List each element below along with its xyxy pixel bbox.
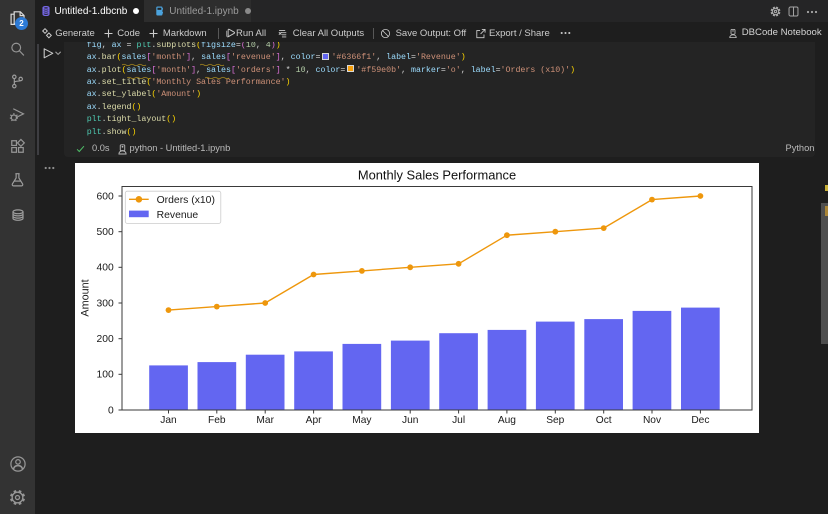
svg-text:Mar: Mar [256, 415, 274, 426]
svg-text:Feb: Feb [208, 415, 226, 426]
svg-text:200: 200 [97, 334, 114, 345]
svg-text:300: 300 [97, 298, 114, 309]
svg-text:Jan: Jan [160, 415, 176, 426]
svg-text:Apr: Apr [306, 415, 322, 426]
svg-text:600: 600 [97, 191, 114, 202]
svg-text:Sep: Sep [546, 415, 564, 426]
svg-text:100: 100 [97, 370, 114, 381]
svg-text:Jul: Jul [452, 415, 465, 426]
svg-text:Nov: Nov [643, 415, 662, 426]
svg-text:May: May [352, 415, 372, 426]
svg-text:Jun: Jun [402, 415, 418, 426]
svg-text:Revenue: Revenue [157, 210, 199, 221]
svg-text:Dec: Dec [691, 415, 709, 426]
svg-text:Amount: Amount [80, 279, 92, 316]
svg-text:0: 0 [108, 405, 114, 416]
svg-text:Monthly Sales Performance: Monthly Sales Performance [358, 168, 516, 183]
svg-text:Orders (x10): Orders (x10) [157, 195, 215, 206]
svg-text:Oct: Oct [596, 415, 612, 426]
svg-text:Aug: Aug [498, 415, 516, 426]
svg-text:500: 500 [97, 227, 114, 238]
svg-text:400: 400 [97, 263, 114, 274]
